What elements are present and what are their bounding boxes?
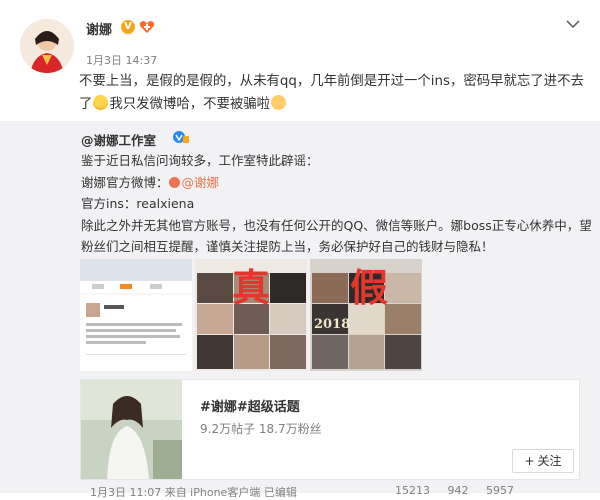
fake-label: 假 <box>350 265 389 310</box>
crying-laughing-emoji-icon <box>93 95 109 110</box>
repost-actions: 15213 942 5957 <box>395 484 528 497</box>
repost-text: 鉴于近日私信问询较多，工作室特此辟谣： 谢娜官方微博： @谢娜 官方ins：rea… <box>81 150 592 258</box>
topic-title[interactable]: #谢娜#超级话题 <box>200 396 300 415</box>
follow-label: 关注 <box>537 454 562 468</box>
mention-link[interactable]: @谢娜 <box>168 175 220 190</box>
comment-count[interactable]: 942 <box>448 484 469 497</box>
repost-author[interactable]: @谢娜工作室 <box>81 130 156 149</box>
praying-hands-emoji-icon <box>271 95 287 110</box>
like-count[interactable]: 5957 <box>486 484 514 497</box>
post-text: 不要上当，是假的是假的，从未有qq，几年前倒是开过一个ins，密码早就忘了进不去… <box>79 70 589 116</box>
fan-badge-icon <box>139 21 155 33</box>
follow-button[interactable]: + 关注 <box>512 449 574 473</box>
topic-image <box>81 380 182 479</box>
repost-badge-icon <box>173 131 189 143</box>
mention-link-text[interactable]: @谢娜 <box>182 175 220 190</box>
repost-line-1: 鉴于近日私信问询较多，工作室特此辟谣： <box>81 153 319 168</box>
post-time[interactable]: 1月3日 14:37 <box>86 52 157 68</box>
image-thumbnail-2[interactable]: 真 <box>195 259 307 371</box>
repost-line-4b: 粉丝们之间相互提醒，谨慎关注提防上当，务必保护好自己的钱财与隐私！ <box>81 239 494 254</box>
repost-line-2: 谢娜官方微博： @谢娜 <box>81 172 591 194</box>
image-thumbnail-3[interactable]: 假 2018 <box>310 259 422 371</box>
user-link-icon <box>168 176 180 188</box>
chevron-down-icon[interactable] <box>563 16 583 32</box>
topic-stats: 9.2万帖子 18.7万粉丝 <box>200 422 322 436</box>
topic-card[interactable]: #谢娜#超级话题 9.2万帖子 18.7万粉丝 + 关注 <box>80 379 580 480</box>
true-label: 真 <box>232 265 271 310</box>
plus-icon: + <box>524 454 535 468</box>
avatar[interactable] <box>20 19 74 73</box>
repost-count[interactable]: 15213 <box>395 484 430 497</box>
repost-line-4a: 除此之外并无其他官方账号，也没有任何公开的QQ、微信等账户。娜boss正专心休养… <box>81 217 592 233</box>
image-number-2018: 2018 <box>314 317 351 332</box>
image-thumbnail-1[interactable] <box>80 259 192 371</box>
post-text-part-b: 我只发微博哈，不要被骗啦 <box>109 97 271 112</box>
repost-line-3: 官方ins：realxiena <box>81 196 195 211</box>
repost-line-2-prefix: 谢娜官方微博： <box>81 174 169 190</box>
author-name[interactable]: 谢娜 <box>86 19 112 38</box>
repost-source[interactable]: 1月3日 11:07 来自 iPhone客户端 已编辑 <box>90 484 297 500</box>
weibo-post: 谢娜 V 1月3日 14:37 不要上当，是假的是假的，从未有qq，几年前倒是开… <box>0 0 600 499</box>
verified-badge-icon: V <box>121 20 135 34</box>
